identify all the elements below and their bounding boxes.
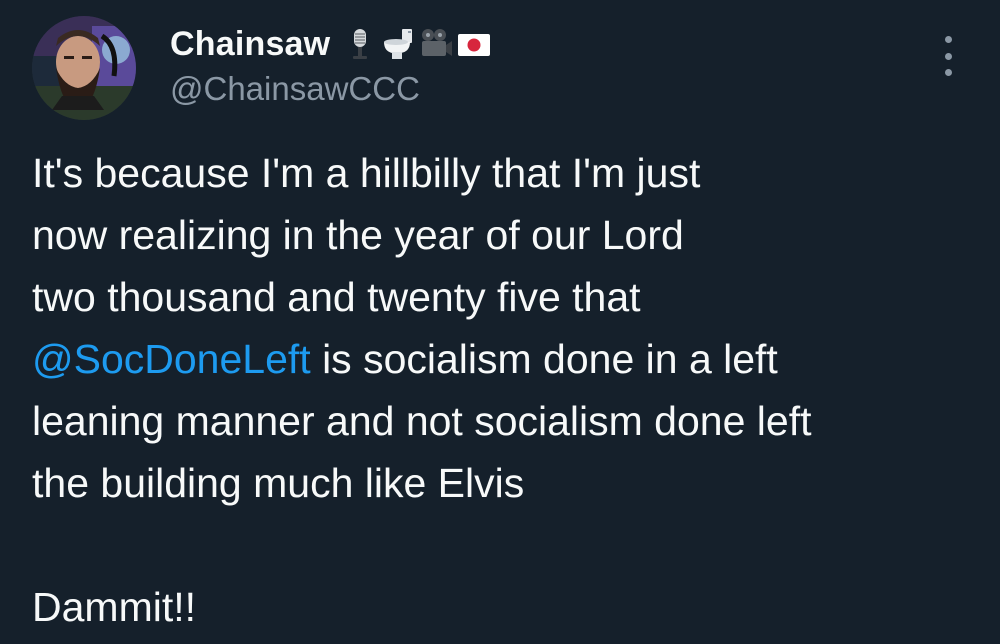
tweet-line-with-mention: @SocDoneLeft is socialism done in a left	[32, 328, 982, 390]
tweet-line: two thousand and twenty five that	[32, 274, 641, 320]
tweet-line: the building much like Elvis	[32, 460, 525, 506]
more-options-button[interactable]	[930, 36, 966, 76]
more-dot-icon	[944, 52, 952, 60]
avatar[interactable]	[32, 16, 136, 120]
tweet-card: Chainsaw @ChainsawCCC It's because I'm a…	[0, 0, 1000, 644]
author-name-row: Chainsaw	[170, 22, 492, 66]
tweet-line: now realizing in the year of our Lord	[32, 212, 684, 258]
author-handle[interactable]: @ChainsawCCC	[170, 70, 420, 108]
japan-flag-emoji	[458, 34, 491, 56]
tweet-text: It's because I'm a hillbilly that I'm ju…	[32, 142, 982, 638]
more-dot-icon	[944, 36, 952, 43]
name-emojis	[342, 26, 492, 62]
display-name[interactable]: Chainsaw	[170, 25, 330, 64]
more-dot-icon	[944, 69, 952, 76]
avatar-image	[32, 16, 136, 120]
paragraph-break	[32, 514, 982, 576]
movie-camera-emoji	[422, 29, 453, 56]
mention-link[interactable]: @SocDoneLeft	[32, 336, 311, 382]
toilet-emoji	[384, 29, 413, 59]
tweet-line-rest: is socialism done in a left	[310, 336, 778, 382]
tweet-line: leaning manner and not socialism done le…	[32, 398, 812, 444]
microphone-emoji	[353, 29, 368, 59]
tweet-closing-line: Dammit!!	[32, 584, 196, 630]
tweet-line: It's because I'm a hillbilly that I'm ju…	[32, 150, 701, 196]
